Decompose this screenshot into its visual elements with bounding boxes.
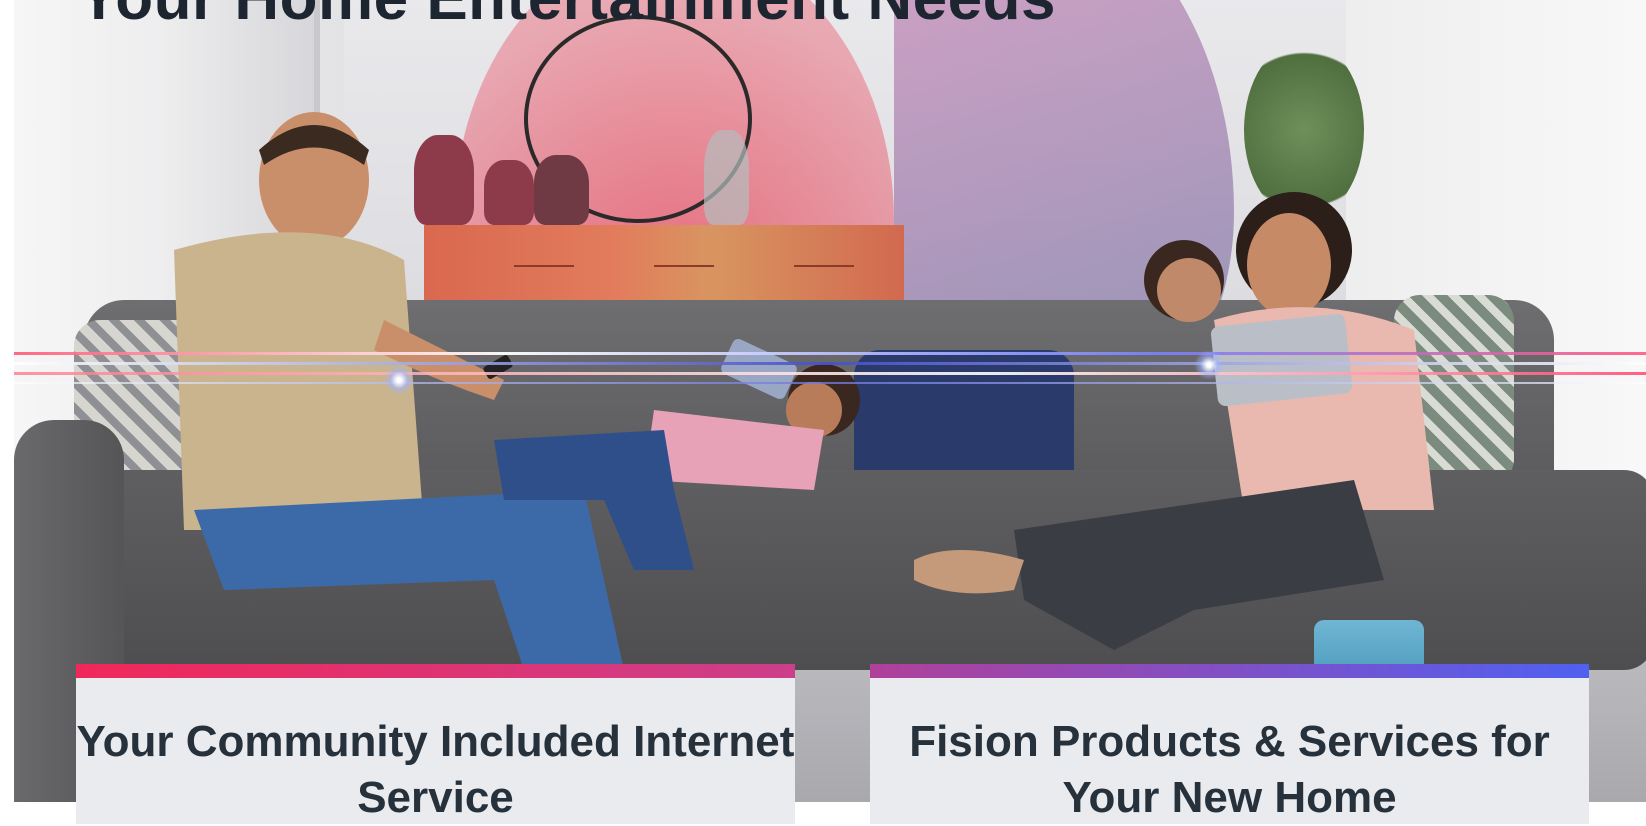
light-streak: [14, 352, 1646, 355]
card-title: Fision Products & Services for Your New …: [909, 717, 1550, 822]
light-flare: [384, 365, 414, 395]
light-streak: [14, 362, 1646, 365]
light-flare: [1194, 350, 1224, 380]
card-community-internet[interactable]: Your Community Included Internet Service: [76, 664, 795, 824]
card-accent-bar: [870, 664, 1589, 678]
page-headline: Your Home Entertainment Needs: [78, 0, 1056, 30]
light-streak: [14, 382, 1646, 384]
woman-with-tablet: [914, 192, 1434, 650]
card-title: Your Community Included Internet Service: [76, 717, 795, 822]
card-accent-bar: [76, 664, 795, 678]
card-fision-products[interactable]: Fision Products & Services for Your New …: [870, 664, 1589, 824]
girl-with-phone: [494, 338, 860, 570]
light-streak: [14, 372, 1646, 375]
